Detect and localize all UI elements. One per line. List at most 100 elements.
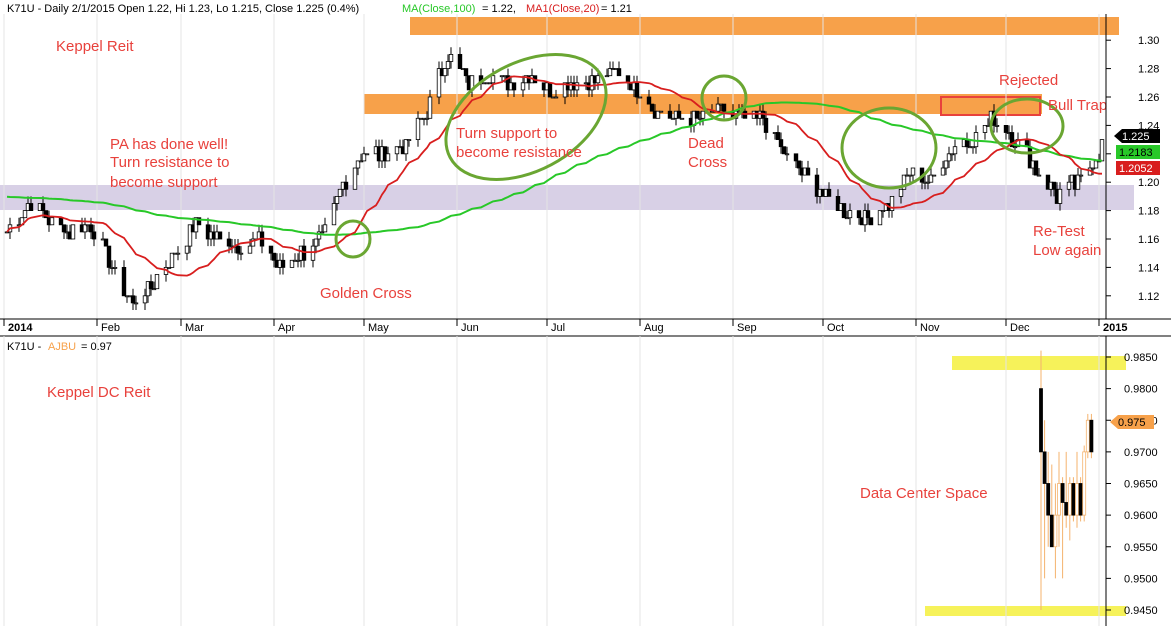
candle-body (442, 68, 448, 77)
header-ma20-label: MA1(Close,20) (526, 3, 599, 15)
candle-body (1003, 125, 1009, 133)
candle-body (841, 203, 847, 219)
candle-body (877, 210, 883, 226)
x-tick-label: Nov (920, 322, 940, 334)
anno-become-support: become support (110, 174, 218, 191)
x-tick-label: Mar (185, 322, 204, 334)
candle-body (931, 174, 937, 177)
candle-body (952, 146, 958, 155)
title-keppel-dc-reit: Keppel DC Reit (47, 384, 151, 401)
y-tick-label: 1.12 (1138, 291, 1159, 303)
candle-body (1036, 174, 1042, 177)
candle-body (721, 103, 727, 112)
y-tick-label: 1.16 (1138, 234, 1159, 246)
candle-body (112, 266, 118, 269)
candle-body (964, 139, 970, 148)
anno-data-center-space: Data Center Space (860, 485, 988, 502)
bull-trap-oval-left (840, 106, 938, 190)
candle-body (826, 188, 832, 197)
y-tick-label: 0.9550 (1124, 542, 1158, 554)
candle-body (88, 224, 94, 233)
candle-body (634, 82, 640, 98)
candle-body (865, 210, 871, 219)
candle-body (1051, 181, 1057, 190)
keppel-dc-reit-panel: K71U - AJBU = 0.97 Keppel DC Reit Data C… (3, 336, 1158, 626)
candle-body (940, 167, 946, 176)
candle-body (553, 96, 559, 99)
dc-candle-body (1075, 483, 1079, 516)
candle-body (133, 302, 139, 305)
candle-body (1057, 188, 1063, 204)
golden-cross-oval (334, 219, 372, 259)
x-tick-label: Jul (551, 322, 565, 334)
candle-body (1066, 181, 1072, 190)
dc-candle-body (1046, 483, 1051, 516)
y-tick-label: 1.14 (1138, 262, 1159, 274)
candle-body (595, 75, 601, 84)
dc-candle-body (1053, 514, 1058, 548)
candle-body (943, 160, 949, 169)
candle-body (679, 117, 685, 120)
dc-candle-body (1064, 502, 1069, 516)
candle-body (649, 103, 655, 112)
last-price-tag-text: 1.225 (1122, 131, 1150, 143)
candle-body (445, 61, 451, 69)
y-tick-label: 1.26 (1138, 92, 1159, 104)
candle-body (334, 195, 340, 204)
candle-body (763, 117, 769, 133)
dc-candle-body (1049, 514, 1054, 548)
last-price-tag: 1.225 (1114, 129, 1160, 143)
candle-body (646, 96, 652, 105)
candle-body (28, 203, 34, 211)
candle-body (1075, 174, 1081, 190)
candle-body (40, 203, 46, 211)
candle-body (364, 153, 370, 156)
candle-body (694, 110, 700, 119)
candle-body (235, 245, 241, 254)
dc-candle-body (1060, 483, 1065, 503)
anno-re-test: Re-Test (1033, 223, 1086, 240)
candle-body (781, 146, 787, 155)
header-price-info: K71U - Daily 2/1/2015 Open 1.22, Hi 1.23… (7, 3, 359, 15)
y-tick-label: 0.9600 (1124, 510, 1158, 522)
anno-low-again: Low again (1033, 242, 1101, 259)
x-tick-label: Dec (1010, 322, 1030, 334)
candle-body (301, 245, 307, 261)
dc-last-price-tag: 0.975 (1110, 415, 1154, 429)
dc-candle-body (1067, 483, 1072, 516)
y-tick-label: 0.9500 (1124, 573, 1158, 585)
dc-candle-body (1082, 451, 1087, 516)
dc-candle-body (1078, 483, 1083, 516)
candle-body (148, 281, 154, 290)
bottom-y-ticks: 0.9450 0.9500 0.9550 0.9600 0.9650 0.9700 0.97… (1106, 352, 1158, 617)
candle-body (775, 132, 781, 140)
candle-body (154, 274, 160, 290)
candle-body (121, 266, 127, 297)
candle-body (385, 153, 391, 162)
candle-body (616, 68, 622, 77)
y-tick-label: 1.18 (1138, 206, 1159, 218)
candle-body (994, 125, 1000, 127)
ma100-tag: 1.2183 (1116, 145, 1160, 159)
candle-body (58, 217, 64, 226)
x-tick-label: Aug (644, 322, 664, 334)
anno-become-resistance: become resistance (456, 144, 582, 161)
dc-candle-body (1039, 388, 1043, 453)
bottom-header-prefix: K71U - (7, 341, 42, 353)
candle-body (1078, 174, 1084, 177)
candle-body (238, 252, 244, 255)
anno-golden-cross: Golden Cross (320, 285, 412, 302)
title-keppel-reit: Keppel Reit (56, 38, 134, 55)
ma100-tag-text: 1.2183 (1119, 147, 1153, 159)
candle-body (868, 217, 874, 226)
candle-body (898, 188, 904, 197)
dc-reit-candles (1039, 350, 1094, 610)
ma20-tag: 1.2052 (1116, 161, 1160, 175)
x-tick-label: May (368, 322, 389, 334)
candle-body (778, 139, 784, 148)
anno-turn-support: Turn support to (456, 125, 557, 142)
candle-body (490, 75, 496, 84)
candle-body (247, 245, 253, 254)
dc-candle-body (1089, 419, 1094, 453)
y-tick-label: 1.20 (1138, 177, 1159, 189)
